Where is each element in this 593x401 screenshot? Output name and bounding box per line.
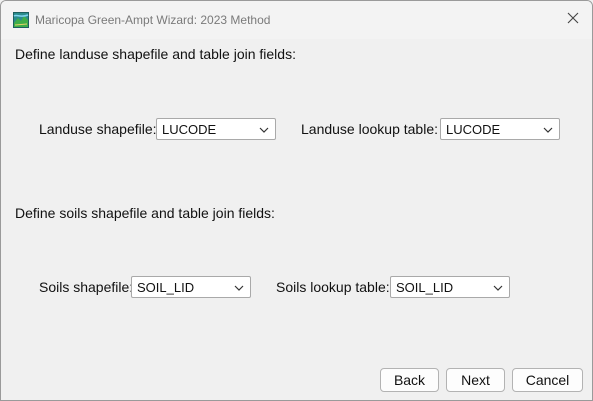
chevron-down-icon [491,281,505,295]
soils-section-heading: Define soils shapefile and table join fi… [15,205,275,221]
back-button[interactable]: Back [380,368,439,392]
wizard-window: Maricopa Green-Ampt Wizard: 2023 Method … [0,0,593,401]
soils-lookup-dropdown[interactable]: SOIL_LID [390,276,510,298]
next-button[interactable]: Next [446,368,505,392]
cancel-button[interactable]: Cancel [512,368,583,392]
title-bar[interactable]: Maricopa Green-Ampt Wizard: 2023 Method [1,1,592,39]
window-title: Maricopa Green-Ampt Wizard: 2023 Method [35,13,271,27]
landuse-shapefile-value: LUCODE [162,122,217,137]
landuse-shapefile-dropdown[interactable]: LUCODE [156,118,276,140]
soils-shapefile-label: Soils shapefile: [39,279,134,295]
landuse-lookup-value: LUCODE [446,122,501,137]
chevron-down-icon [541,123,555,137]
soils-shapefile-value: SOIL_LID [137,280,195,295]
chevron-down-icon [232,281,246,295]
landuse-lookup-label: Landuse lookup table: [301,121,438,137]
landuse-lookup-dropdown[interactable]: LUCODE [440,118,560,140]
map-app-icon [13,12,29,28]
soils-lookup-value: SOIL_LID [396,280,454,295]
landuse-section-heading: Define landuse shapefile and table join … [15,46,296,62]
chevron-down-icon [257,123,271,137]
soils-shapefile-dropdown[interactable]: SOIL_LID [131,276,251,298]
landuse-shapefile-label: Landuse shapefile: [39,121,157,137]
close-icon [567,11,579,29]
close-button[interactable] [560,7,586,33]
soils-lookup-label: Soils lookup table: [276,279,390,295]
